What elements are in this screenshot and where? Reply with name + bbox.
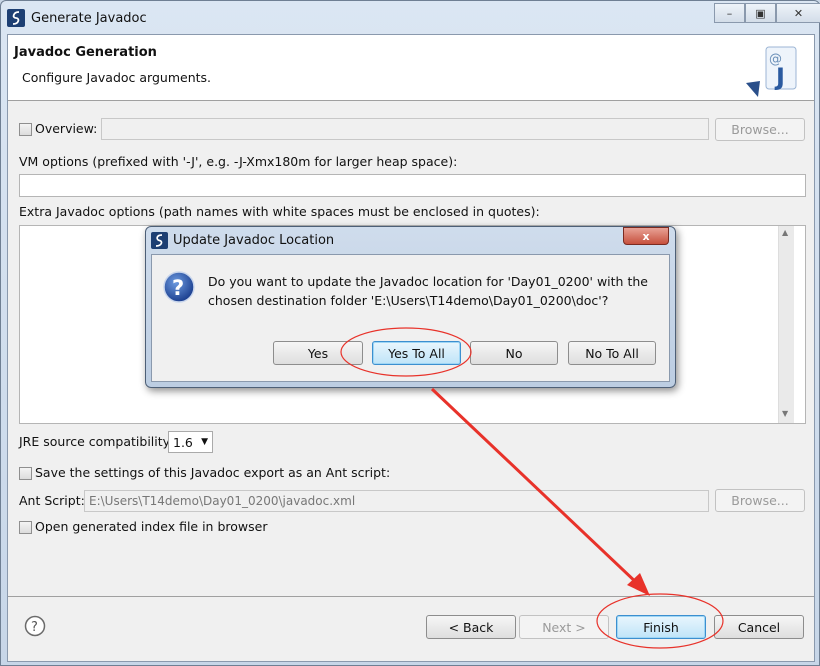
dialog-message: Do you want to update the Javadoc locati…: [208, 272, 648, 310]
window-controls: – ▣ ✕: [714, 3, 820, 23]
yes-to-all-button[interactable]: Yes To All: [372, 341, 461, 365]
back-button[interactable]: < Back: [426, 615, 516, 639]
scroll-down-icon[interactable]: ▼: [782, 409, 788, 418]
ant-script-label: Ant Script:: [19, 493, 85, 508]
svg-text:?: ?: [31, 620, 38, 635]
vm-options-input[interactable]: [19, 174, 806, 197]
maximize-button[interactable]: ▣: [745, 3, 776, 23]
minimize-button[interactable]: –: [714, 3, 745, 23]
no-to-all-button[interactable]: No To All: [568, 341, 656, 365]
svg-text:?: ?: [172, 276, 184, 300]
title-bar: Generate Javadoc: [7, 7, 707, 29]
vm-options-label: VM options (prefixed with '-J', e.g. -J-…: [19, 154, 458, 169]
next-button[interactable]: Next >: [519, 615, 609, 639]
close-icon: x: [642, 229, 650, 243]
question-icon: ?: [163, 271, 195, 303]
maximize-icon: ▣: [755, 6, 766, 20]
dialog-message-line1: Do you want to update the Javadoc locati…: [208, 274, 648, 289]
jre-compat-select[interactable]: 1.6 ▼: [168, 431, 213, 453]
save-ant-checkbox[interactable]: [19, 467, 32, 480]
close-icon: ✕: [793, 6, 804, 20]
overview-input[interactable]: [101, 118, 709, 140]
window-title: Generate Javadoc: [31, 10, 147, 26]
dialog-close-button[interactable]: x: [623, 227, 669, 245]
extra-options-scrollbar[interactable]: ▲ ▼: [778, 226, 794, 423]
ant-script-input[interactable]: E:\Users\T14demo\Day01_0200\javadoc.xml: [84, 490, 709, 512]
dialog-title: Update Javadoc Location: [173, 233, 335, 248]
chevron-down-icon: ▼: [201, 437, 208, 447]
update-javadoc-location-dialog: Update Javadoc Location x ? Do you want …: [145, 226, 676, 388]
dialog-message-line2: chosen destination folder 'E:\Users\T14d…: [208, 293, 609, 308]
extra-options-label: Extra Javadoc options (path names with w…: [19, 204, 540, 219]
help-icon[interactable]: ?: [24, 615, 46, 637]
no-button[interactable]: No: [470, 341, 558, 365]
overview-checkbox[interactable]: [19, 123, 32, 136]
javadoc-icon: @ J: [746, 46, 797, 97]
finish-button[interactable]: Finish: [616, 615, 706, 639]
eclipse-app-icon: [7, 9, 25, 27]
close-button[interactable]: ✕: [776, 3, 820, 23]
open-index-label: Open generated index file in browser: [35, 519, 268, 534]
page-subtitle: Configure Javadoc arguments.: [22, 70, 212, 85]
page-title: Javadoc Generation: [14, 45, 157, 60]
jre-compat-value: 1.6: [173, 434, 193, 450]
overview-label: Overview:: [35, 121, 98, 136]
footer-separator: [8, 596, 814, 597]
minimize-icon: –: [726, 6, 733, 20]
overview-browse-button[interactable]: Browse...: [715, 118, 805, 141]
yes-button[interactable]: Yes: [273, 341, 363, 365]
dialog-body: ? Do you want to update the Javadoc loca…: [151, 254, 670, 382]
save-ant-label: Save the settings of this Javadoc export…: [35, 465, 391, 480]
eclipse-app-icon: [151, 232, 168, 249]
svg-text:J: J: [774, 63, 785, 91]
open-index-checkbox[interactable]: [19, 521, 32, 534]
jre-compat-label: JRE source compatibility:: [19, 434, 174, 449]
ant-browse-button[interactable]: Browse...: [715, 489, 805, 512]
scroll-up-icon[interactable]: ▲: [782, 228, 788, 237]
cancel-button[interactable]: Cancel: [714, 615, 804, 639]
wizard-header: Javadoc Generation Configure Javadoc arg…: [8, 35, 814, 101]
